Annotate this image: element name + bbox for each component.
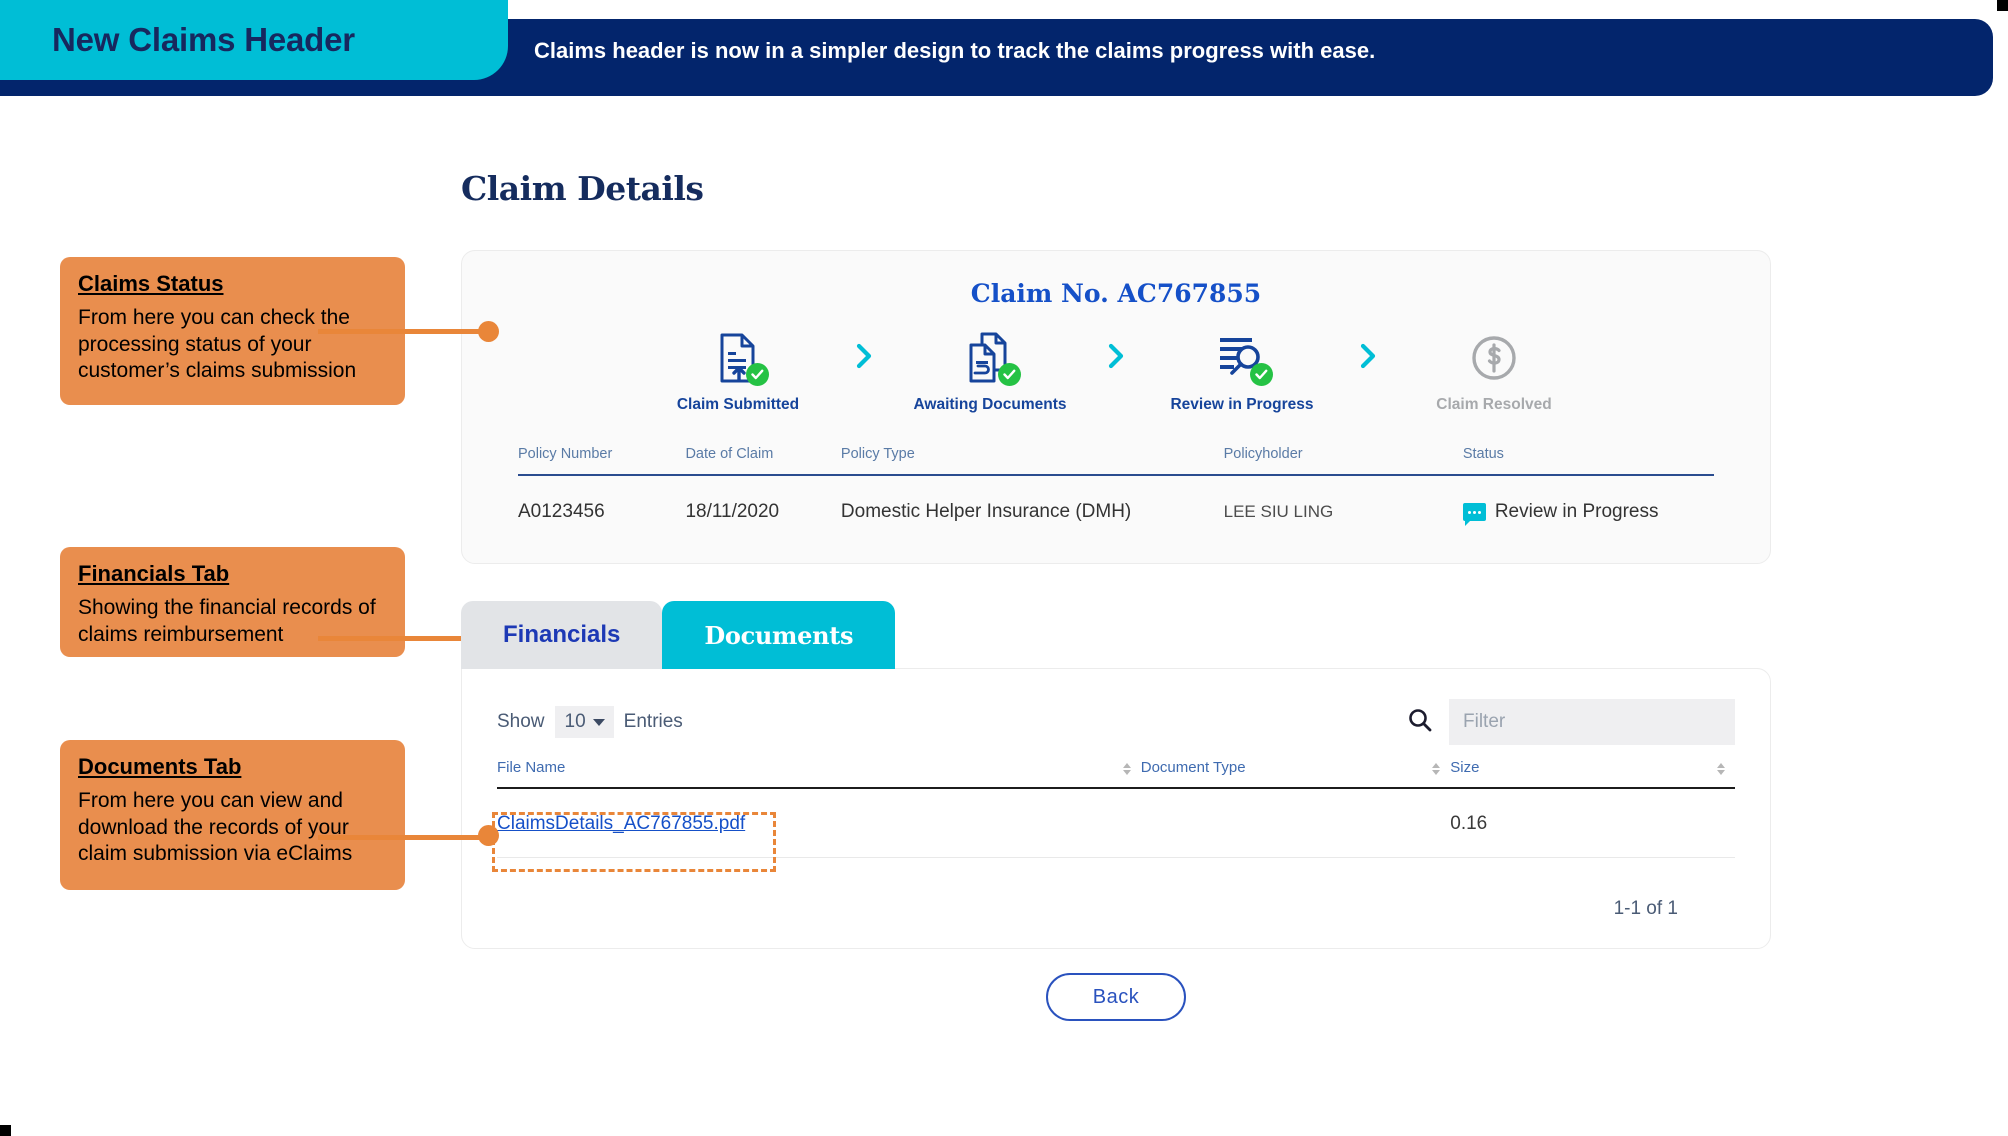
callout-connector-line — [318, 835, 486, 840]
table-row: ClaimsDetails_AC767855.pdf 0.16 — [497, 788, 1735, 858]
status-badge: Review in Progress — [1494, 501, 1659, 522]
step-awaiting-documents: Awaiting Documents — [892, 329, 1088, 414]
status-chat-icon — [1462, 503, 1486, 526]
column-date-of-claim: Date of Claim — [685, 446, 841, 476]
column-policyholder: Policyholder — [1223, 446, 1463, 476]
documents-header-row: File Name Document Type Size — [497, 759, 1735, 789]
chevron-down-icon — [592, 719, 605, 726]
callout-body: From here you can view and download the … — [78, 789, 353, 866]
entries-select-value: 10 — [564, 711, 586, 732]
entries-label: Entries — [623, 711, 683, 732]
callout-connector-line — [318, 329, 486, 334]
cell-policyholder: LEE SIU LING — [1223, 502, 1334, 521]
column-file-name[interactable]: File Name — [497, 759, 1141, 789]
column-size-label: Size — [1450, 759, 1480, 776]
documents-panel: Show 10 Entries File Name — [461, 668, 1771, 949]
cell-status: Review in Progress — [1462, 475, 1714, 545]
step-label: Claim Submitted — [676, 396, 800, 413]
step-label: Awaiting Documents — [913, 396, 1067, 413]
cell-size: 0.16 — [1450, 788, 1735, 858]
cell-policy-type: Domestic Helper Insurance (DMH) — [840, 501, 1132, 522]
callout-documents-tab: Documents Tab From here you can view and… — [60, 740, 405, 890]
sort-icon — [1432, 763, 1441, 775]
page-title: Claim Details — [461, 169, 704, 208]
back-button[interactable]: Back — [1046, 973, 1186, 1021]
callout-body: From here you can check the processing s… — [78, 306, 357, 383]
pagination-info: 1-1 of 1 — [1613, 898, 1678, 919]
column-status: Status — [1462, 446, 1714, 476]
search-icon[interactable] — [1407, 707, 1433, 738]
filter-group — [1407, 699, 1735, 745]
step-label: Claim Resolved — [1436, 396, 1552, 413]
page-header: New Claims Header Claims header is now i… — [0, 0, 2008, 100]
tab-financials[interactable]: Financials — [461, 601, 663, 669]
cell-file-name: ClaimsDetails_AC767855.pdf — [497, 788, 1141, 858]
column-policy-type: Policy Type — [840, 446, 1224, 476]
summary-header-row: Policy Number Date of Claim Policy Type … — [518, 446, 1714, 476]
column-size[interactable]: Size — [1450, 759, 1735, 789]
column-policy-number: Policy Number — [518, 446, 686, 476]
documents-toolbar: Show 10 Entries — [497, 699, 1735, 745]
header-badge: New Claims Header — [0, 0, 508, 80]
step-complete-check-icon — [998, 363, 1021, 386]
cell-date-of-claim: 18/11/2020 — [685, 501, 780, 522]
cell-policy-number: A0123456 — [518, 501, 605, 522]
corner-mark-bottom-left — [0, 1125, 11, 1136]
callout-connector-dot — [478, 825, 499, 846]
file-name-link[interactable]: ClaimsDetails_AC767855.pdf — [497, 813, 745, 834]
step-claim-submitted: Claim Submitted — [640, 329, 836, 414]
document-review-icon — [1210, 329, 1274, 387]
step-chevron-1 — [836, 329, 892, 369]
show-entries-control: Show 10 Entries — [497, 706, 683, 738]
step-review-in-progress: Review in Progress — [1144, 329, 1340, 414]
claim-summary-table: Policy Number Date of Claim Policy Type … — [518, 446, 1714, 545]
sort-icon — [1717, 763, 1725, 775]
sort-icon — [1122, 763, 1131, 775]
header-badge-title: New Claims Header — [52, 21, 355, 58]
document-upload-icon — [706, 329, 770, 387]
claim-number: Claim No. AC767855 — [970, 279, 1262, 308]
header-subtitle: Claims header is now in a simpler design… — [534, 38, 1376, 63]
callout-title: Financials Tab — [78, 561, 230, 586]
table-row: A0123456 18/11/2020 Domestic Helper Insu… — [518, 475, 1714, 545]
claim-tabs: Financials Documents — [461, 601, 896, 669]
cell-document-type — [1140, 788, 1451, 858]
entries-select[interactable]: 10 — [554, 706, 614, 738]
step-complete-check-icon — [1250, 363, 1273, 386]
step-chevron-3 — [1340, 329, 1396, 369]
callout-title: Claims Status — [78, 271, 224, 296]
tab-documents[interactable]: Documents — [662, 601, 896, 669]
filter-input[interactable] — [1449, 699, 1735, 745]
column-file-name-label: File Name — [497, 759, 566, 776]
callout-connector-dot — [478, 321, 499, 342]
documents-table: File Name Document Type Size ClaimsDetai… — [497, 759, 1735, 858]
documents-attach-icon — [958, 329, 1022, 387]
step-chevron-2 — [1088, 329, 1144, 369]
step-complete-check-icon — [746, 363, 769, 386]
step-label: Review in Progress — [1170, 396, 1314, 413]
dollar-circle-icon — [1462, 329, 1526, 387]
column-document-type-label: Document Type — [1140, 759, 1246, 776]
show-label: Show — [497, 711, 545, 732]
claim-details-card: Claim No. AC767855 Claim Submitted Await… — [461, 250, 1771, 564]
claim-progress-stepper: Claim Submitted Awaiting Documents Revie… — [462, 329, 1770, 414]
column-document-type[interactable]: Document Type — [1140, 759, 1451, 789]
callout-title: Documents Tab — [78, 754, 242, 779]
step-claim-resolved: Claim Resolved — [1396, 329, 1592, 414]
